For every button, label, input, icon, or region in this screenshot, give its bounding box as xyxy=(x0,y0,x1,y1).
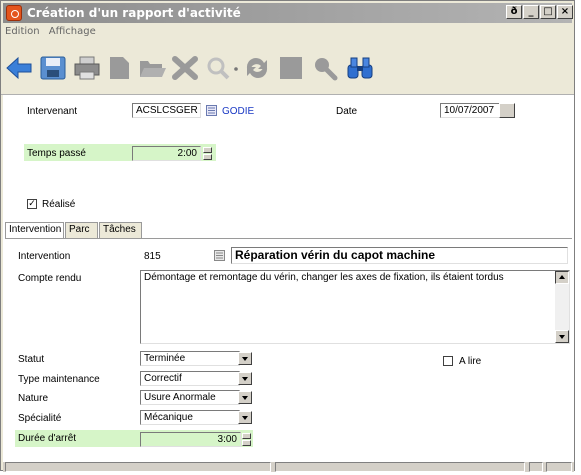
folder-open-icon[interactable] xyxy=(138,55,166,81)
intervenant-code-field[interactable]: ACSLCSGER xyxy=(132,103,201,118)
intervention-title-field[interactable]: Réparation vérin du capot machine xyxy=(231,247,568,264)
statut-label: Statut xyxy=(18,354,45,365)
temps-passe-field[interactable]: 2:00 xyxy=(132,146,201,161)
scroll-down-button[interactable] xyxy=(555,330,569,343)
specialite-dropdown-button[interactable] xyxy=(238,411,252,424)
close-icon[interactable]: × xyxy=(557,5,573,19)
scroll-up-button[interactable] xyxy=(555,271,569,284)
zoom-icon[interactable] xyxy=(205,55,241,81)
compte-rendu-scrollbar[interactable] xyxy=(555,271,569,343)
title-bar: Création d'un rapport d'activité ð _ □ × xyxy=(3,3,573,23)
intervenant-name-link[interactable]: GODIE xyxy=(222,106,254,117)
nature-label: Nature xyxy=(18,393,49,404)
menu-bar: Edition Affichage xyxy=(5,26,102,40)
menu-affichage[interactable]: Affichage xyxy=(49,26,96,37)
toolbar xyxy=(5,41,571,93)
status-pane-4 xyxy=(546,462,572,472)
nature-dropdown-button[interactable] xyxy=(238,391,252,404)
lookup-list-icon[interactable] xyxy=(206,105,217,116)
tab-parc[interactable]: Parc xyxy=(65,222,98,238)
specialite-label: Spécialité xyxy=(18,413,62,424)
temps-passe-label: Temps passé xyxy=(27,148,86,159)
maximize-icon[interactable]: □ xyxy=(540,5,556,19)
form-area: Intervenant ACSLCSGER GODIE Date 10/07/2… xyxy=(3,95,574,465)
refresh-icon[interactable] xyxy=(243,55,271,81)
square-icon[interactable] xyxy=(277,55,305,81)
restore-icon[interactable]: ð xyxy=(506,5,522,19)
minimize-icon[interactable]: _ xyxy=(523,5,539,19)
intervenant-label: Intervenant xyxy=(27,106,78,117)
date-picker-button[interactable] xyxy=(499,103,515,118)
duree-arret-field[interactable]: 3:00 xyxy=(140,432,241,447)
date-label: Date xyxy=(336,106,358,117)
status-pane-1 xyxy=(5,462,271,472)
document-icon[interactable] xyxy=(105,55,133,81)
intervention-lookup-icon[interactable] xyxy=(214,250,225,261)
compte-rendu-textarea[interactable]: Démontage et remontage du vérin, changer… xyxy=(140,270,570,344)
app-icon xyxy=(6,5,22,21)
status-pane-2 xyxy=(275,462,525,472)
intervention-label: Intervention xyxy=(18,251,71,262)
statut-select[interactable]: Terminée xyxy=(140,351,240,366)
save-disk-icon[interactable] xyxy=(39,55,67,81)
intervention-number: 815 xyxy=(144,251,161,262)
specialite-select[interactable]: Mécanique xyxy=(140,410,240,425)
menu-edition[interactable]: Edition xyxy=(5,26,40,37)
compte-rendu-label: Compte rendu xyxy=(18,273,82,284)
tab-taches[interactable]: Tâches xyxy=(99,222,142,238)
temps-passe-spinner[interactable] xyxy=(203,147,213,160)
status-pane-3 xyxy=(529,462,543,472)
window-title: Création d'un rapport d'activité xyxy=(27,6,241,20)
realise-label: Réalisé xyxy=(42,199,76,210)
statut-dropdown-button[interactable] xyxy=(238,352,252,365)
alire-label: A lire xyxy=(459,356,482,367)
print-icon[interactable] xyxy=(73,55,101,81)
magnifier-icon[interactable] xyxy=(311,55,339,81)
type-maintenance-label: Type maintenance xyxy=(18,374,100,385)
realise-checkbox[interactable]: ✓ xyxy=(27,199,37,209)
delete-x-icon[interactable] xyxy=(171,55,199,81)
type-maintenance-select[interactable]: Correctif xyxy=(140,371,240,386)
back-arrow-icon[interactable] xyxy=(5,55,33,81)
type-maintenance-dropdown-button[interactable] xyxy=(238,372,252,385)
tab-intervention[interactable]: Intervention xyxy=(5,222,64,239)
application-window: Création d'un rapport d'activité ð _ □ ×… xyxy=(0,0,575,472)
binoculars-icon[interactable] xyxy=(346,55,374,81)
nature-select[interactable]: Usure Anormale xyxy=(140,390,240,405)
status-bar xyxy=(3,462,574,472)
intervention-tab-panel: Intervention 815 Réparation vérin du cap… xyxy=(5,238,572,464)
duree-arret-spinner[interactable] xyxy=(242,433,252,446)
alire-checkbox[interactable] xyxy=(443,356,453,366)
duree-arret-label: Durée d'arrêt xyxy=(18,433,77,444)
date-field[interactable]: 10/07/2007 xyxy=(440,103,499,118)
